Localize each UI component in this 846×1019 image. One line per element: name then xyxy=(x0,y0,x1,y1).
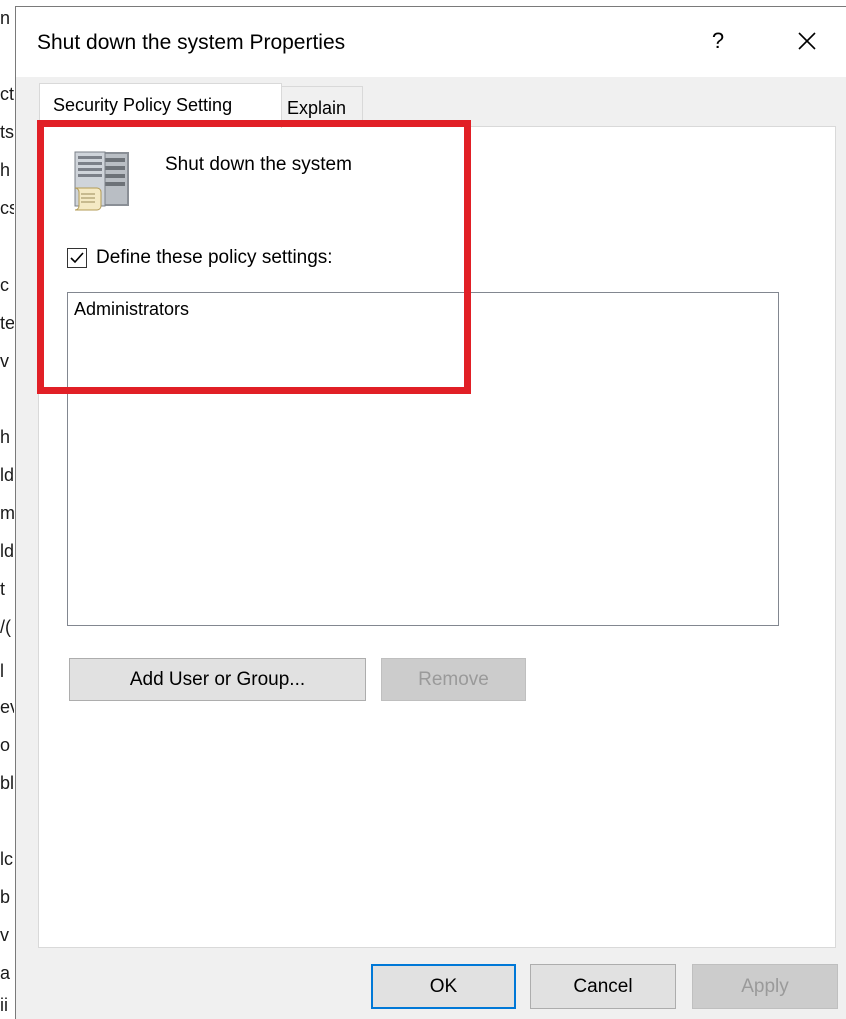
background-text: l xyxy=(0,661,4,681)
background-text: b xyxy=(0,887,11,907)
background-text: bl xyxy=(0,773,14,793)
tab-security-policy-setting[interactable]: Security Policy Setting xyxy=(39,83,282,128)
remove-button[interactable]: Remove xyxy=(381,658,526,701)
tab-explain[interactable]: Explain xyxy=(280,86,363,126)
properties-dialog: Shut down the system Properties ? Securi… xyxy=(15,6,846,1019)
background-text: t xyxy=(0,579,6,599)
list-item[interactable]: Administrators xyxy=(74,299,189,320)
checkmark-icon xyxy=(70,252,84,264)
background-text: v xyxy=(0,351,9,371)
background-text: m xyxy=(0,503,14,523)
background-text: c xyxy=(0,275,9,295)
policy-name: Shut down the system xyxy=(165,154,352,175)
close-icon xyxy=(798,32,816,50)
background-text: v xyxy=(0,925,9,945)
background-text: /( xyxy=(0,617,11,637)
help-button[interactable]: ? xyxy=(698,21,738,61)
define-policy-checkbox[interactable] xyxy=(67,248,87,268)
background-text: o xyxy=(0,735,11,755)
background-text: ld xyxy=(0,541,14,561)
members-listbox[interactable]: Administrators xyxy=(67,292,779,626)
background-text: ts xyxy=(0,122,14,142)
background-text: ii xyxy=(0,995,8,1015)
security-policy-panel: Shut down the system Define these policy… xyxy=(38,126,836,948)
background-text: n xyxy=(0,8,11,28)
apply-button[interactable]: Apply xyxy=(692,964,838,1009)
ok-button[interactable]: OK xyxy=(371,964,516,1009)
background-text: ld xyxy=(0,465,14,485)
background-text: lc xyxy=(0,849,13,869)
background-text: te xyxy=(0,313,14,333)
background-text: ev xyxy=(0,697,14,717)
background-text: ct xyxy=(0,84,14,104)
background-text: h xyxy=(0,427,11,447)
title-bar: Shut down the system Properties ? xyxy=(16,7,846,77)
background-text: a xyxy=(0,963,11,983)
add-user-or-group-button[interactable]: Add User or Group... xyxy=(69,658,366,701)
dialog-title: Shut down the system Properties xyxy=(37,31,346,54)
define-policy-label[interactable]: Define these policy settings: xyxy=(96,247,333,269)
cancel-button[interactable]: Cancel xyxy=(530,964,676,1009)
close-button[interactable] xyxy=(784,21,830,61)
server-policy-icon xyxy=(74,151,129,211)
background-text: cs xyxy=(0,198,14,218)
background-text: h xyxy=(0,160,11,180)
